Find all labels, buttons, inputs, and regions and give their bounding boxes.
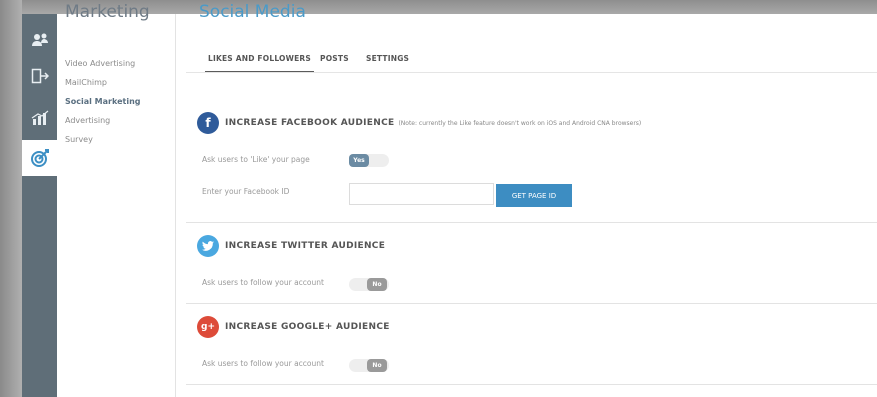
target-icon[interactable] — [22, 140, 57, 176]
google-plus-icon: g+ — [197, 316, 219, 338]
twitter-follow-toggle[interactable]: No — [349, 278, 389, 291]
google-section-header: g+ INCREASE GOOGLE+ AUDIENCE — [197, 316, 390, 338]
facebook-like-label: Ask users to 'Like' your page — [202, 155, 310, 164]
sidebar-item-social-marketing[interactable]: Social Marketing — [65, 97, 141, 106]
tabs-divider — [186, 72, 877, 73]
section-divider — [186, 222, 877, 223]
google-follow-toggle[interactable]: No — [349, 359, 389, 372]
facebook-id-input[interactable] — [349, 183, 494, 205]
google-follow-toggle-state: No — [367, 359, 387, 372]
facebook-id-label: Enter your Facebook ID — [202, 187, 290, 196]
sidebar-item-survey[interactable]: Survey — [65, 135, 93, 144]
twitter-section-header: INCREASE TWITTER AUDIENCE — [197, 235, 385, 257]
sub-sidebar: Marketing Video Advertising MailChimp So… — [57, 2, 176, 397]
section-divider — [186, 384, 877, 385]
facebook-section-title: INCREASE FACEBOOK AUDIENCE — [225, 118, 395, 128]
icon-rail — [22, 14, 57, 397]
facebook-icon: f — [197, 112, 219, 134]
tab-likes-and-followers[interactable]: LIKES AND FOLLOWERS — [205, 54, 314, 73]
tab-settings[interactable]: SETTINGS — [366, 54, 409, 63]
google-follow-label: Ask users to follow your account — [202, 359, 324, 368]
section-divider — [186, 303, 877, 304]
tab-posts[interactable]: POSTS — [320, 54, 349, 63]
exit-screen-icon[interactable] — [22, 60, 57, 92]
sidebar-item-mailchimp[interactable]: MailChimp — [65, 78, 107, 87]
window-frame-left — [0, 0, 22, 397]
twitter-section-title: INCREASE TWITTER AUDIENCE — [225, 241, 386, 251]
page-title: Social Media — [199, 2, 306, 22]
facebook-like-toggle-state: Yes — [349, 154, 369, 167]
sidebar-item-advertising[interactable]: Advertising — [65, 116, 110, 125]
users-icon[interactable] — [22, 24, 57, 56]
facebook-section-header: f INCREASE FACEBOOK AUDIENCE (Note: curr… — [197, 112, 641, 134]
chart-icon[interactable] — [22, 102, 57, 134]
get-page-id-button[interactable]: GET PAGE ID — [496, 184, 572, 207]
twitter-follow-toggle-state: No — [367, 278, 387, 291]
sidebar-title: Marketing — [65, 2, 150, 22]
twitter-follow-label: Ask users to follow your account — [202, 278, 324, 287]
google-section-title: INCREASE GOOGLE+ AUDIENCE — [225, 322, 390, 332]
facebook-section-note: (Note: currently the Like feature doesn'… — [398, 119, 642, 127]
facebook-like-toggle[interactable]: Yes — [349, 154, 389, 167]
twitter-icon — [197, 235, 219, 257]
main-content: Social Media LIKES AND FOLLOWERS POSTS S… — [176, 2, 877, 397]
sidebar-item-video-advertising[interactable]: Video Advertising — [65, 59, 135, 68]
